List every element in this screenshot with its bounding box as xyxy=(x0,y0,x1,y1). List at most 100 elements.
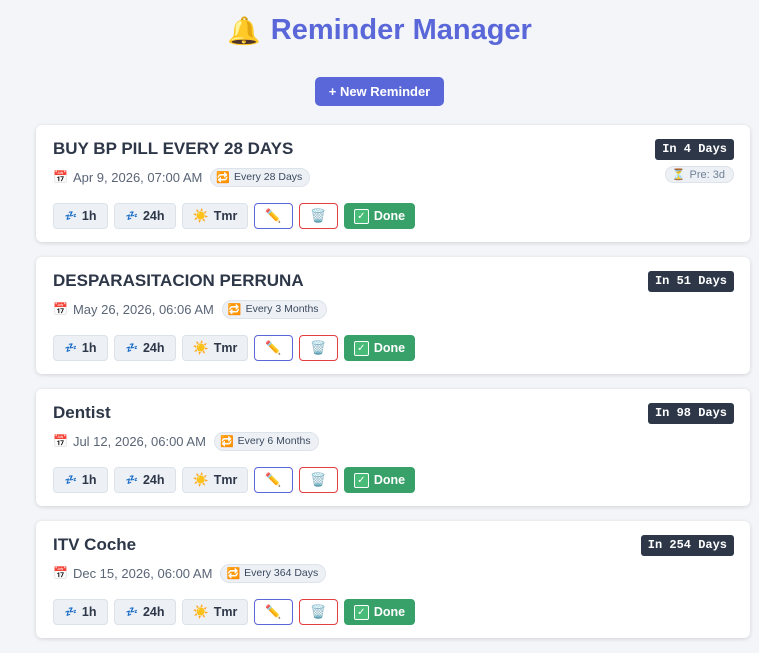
new-reminder-bar: + New Reminder xyxy=(0,77,759,107)
recurrence-text: Every 6 Months xyxy=(237,435,311,447)
pre-notice-badge: ⏳ Pre: 3d xyxy=(664,166,734,183)
sun-icon: ☀️ xyxy=(192,208,209,224)
snooze-tomorrow-button[interactable]: ☀️ Tmr xyxy=(182,599,248,625)
snooze-1h-label: 1h xyxy=(81,341,97,355)
done-label: Done xyxy=(373,341,406,355)
recurrence-badge: 🔁 Every 6 Months xyxy=(213,431,319,451)
snooze-tomorrow-button[interactable]: ☀️ Tmr xyxy=(182,203,248,229)
pre-notice-text: Pre: 3d xyxy=(689,168,725,181)
reminder-date-text: May 26, 2026, 06:06 AM xyxy=(72,301,214,317)
snooze-24h-label: 24h xyxy=(142,473,165,487)
check-icon: ✓ xyxy=(353,472,369,488)
snooze-icon: 💤 xyxy=(64,606,77,618)
repeat-icon: 🔁 xyxy=(227,302,242,316)
calendar-icon: 📅 xyxy=(53,170,68,184)
snooze-1h-label: 1h xyxy=(81,605,97,619)
snooze-tomorrow-button[interactable]: ☀️ Tmr xyxy=(182,335,248,361)
reminder-card: DESPARASITACION PERRUNA 📅 May 26, 2026, … xyxy=(36,257,750,374)
countdown-badge: In 4 Days xyxy=(655,139,734,160)
reminder-title: ITV Coche xyxy=(53,535,137,554)
done-button[interactable]: ✓ Done xyxy=(344,599,415,625)
reminder-card: Dentist 📅 Jul 12, 2026, 06:00 AM 🔁 Every… xyxy=(36,389,750,506)
calendar-icon: 📅 xyxy=(53,566,68,580)
bell-icon: 🔔 xyxy=(227,15,261,47)
trash-icon: 🗑️ xyxy=(310,340,327,356)
done-button[interactable]: ✓ Done xyxy=(344,467,415,493)
repeat-icon: 🔁 xyxy=(216,170,231,184)
reminder-title: DESPARASITACION PERRUNA xyxy=(53,271,304,290)
snooze-icon: 💤 xyxy=(64,342,77,354)
edit-button[interactable]: ✏️ xyxy=(254,467,293,493)
repeat-icon: 🔁 xyxy=(219,434,234,448)
recurrence-text: Every 28 Days xyxy=(234,171,303,183)
snooze-24h-button[interactable]: 💤 24h xyxy=(114,335,176,361)
check-icon: ✓ xyxy=(353,604,369,620)
snooze-1h-button[interactable]: 💤 1h xyxy=(53,203,108,229)
snooze-tomorrow-label: Tmr xyxy=(213,605,238,619)
snooze-24h-label: 24h xyxy=(142,605,165,619)
reminder-date-text: Apr 9, 2026, 07:00 AM xyxy=(72,169,203,185)
snooze-1h-label: 1h xyxy=(81,209,97,223)
snooze-24h-button[interactable]: 💤 24h xyxy=(114,467,176,493)
reminder-list: BUY BP PILL EVERY 28 DAYS 📅 Apr 9, 2026,… xyxy=(36,125,750,653)
delete-button[interactable]: 🗑️ xyxy=(299,203,338,229)
edit-button[interactable]: ✏️ xyxy=(254,599,293,625)
reminder-date: 📅 Dec 15, 2026, 06:00 AM xyxy=(53,566,212,581)
pencil-icon: ✏️ xyxy=(265,604,282,620)
delete-button[interactable]: 🗑️ xyxy=(299,335,338,361)
done-button[interactable]: ✓ Done xyxy=(344,203,415,229)
snooze-icon: 💤 xyxy=(125,210,138,222)
trash-icon: 🗑️ xyxy=(310,208,327,224)
snooze-24h-button[interactable]: 💤 24h xyxy=(114,599,176,625)
snooze-icon: 💤 xyxy=(125,606,138,618)
sun-icon: ☀️ xyxy=(192,472,209,488)
app-header: 🔔 Reminder Manager xyxy=(0,0,759,62)
snooze-tomorrow-label: Tmr xyxy=(213,341,238,355)
snooze-icon: 💤 xyxy=(125,342,138,354)
snooze-1h-button[interactable]: 💤 1h xyxy=(53,335,108,361)
snooze-1h-label: 1h xyxy=(81,473,97,487)
done-label: Done xyxy=(373,209,406,223)
reminder-date: 📅 May 26, 2026, 06:06 AM xyxy=(53,302,214,317)
reminder-title: BUY BP PILL EVERY 28 DAYS xyxy=(53,139,294,158)
reminder-meta: 📅 Dec 15, 2026, 06:00 AM 🔁 Every 364 Day… xyxy=(53,563,733,583)
snooze-tomorrow-button[interactable]: ☀️ Tmr xyxy=(182,467,248,493)
pencil-icon: ✏️ xyxy=(265,208,282,224)
reminder-date: 📅 Jul 12, 2026, 06:00 AM xyxy=(53,434,206,449)
reminder-meta: 📅 Apr 9, 2026, 07:00 AM 🔁 Every 28 Days xyxy=(53,167,733,187)
delete-button[interactable]: 🗑️ xyxy=(299,467,338,493)
edit-button[interactable]: ✏️ xyxy=(254,335,293,361)
snooze-24h-button[interactable]: 💤 24h xyxy=(114,203,176,229)
check-icon: ✓ xyxy=(353,340,369,356)
countdown-badge: In 51 Days xyxy=(647,271,734,292)
reminder-actions: 💤 1h 💤 24h ☀️ Tmr ✏️ 🗑️ ✓ Done xyxy=(53,467,415,493)
delete-button[interactable]: 🗑️ xyxy=(299,599,338,625)
hourglass-icon: ⏳ xyxy=(671,168,686,181)
sun-icon: ☀️ xyxy=(192,340,209,356)
check-icon: ✓ xyxy=(353,208,369,224)
done-label: Done xyxy=(373,605,406,619)
snooze-icon: 💤 xyxy=(64,474,77,486)
new-reminder-button[interactable]: + New Reminder xyxy=(314,77,445,106)
snooze-icon: 💤 xyxy=(125,474,138,486)
recurrence-badge: 🔁 Every 364 Days xyxy=(220,563,327,583)
snooze-24h-label: 24h xyxy=(142,209,165,223)
reminder-card: ITV Coche 📅 Dec 15, 2026, 06:00 AM 🔁 Eve… xyxy=(36,521,750,638)
recurrence-text: Every 364 Days xyxy=(244,567,319,579)
pencil-icon: ✏️ xyxy=(265,340,282,356)
trash-icon: 🗑️ xyxy=(310,472,327,488)
countdown-badge: In 254 Days xyxy=(640,535,734,556)
snooze-tomorrow-label: Tmr xyxy=(213,209,238,223)
recurrence-badge: 🔁 Every 3 Months xyxy=(221,299,327,319)
reminder-meta: 📅 Jul 12, 2026, 06:00 AM 🔁 Every 6 Month… xyxy=(53,431,733,451)
reminder-date-text: Jul 12, 2026, 06:00 AM xyxy=(72,433,206,449)
done-button[interactable]: ✓ Done xyxy=(344,335,415,361)
reminder-actions: 💤 1h 💤 24h ☀️ Tmr ✏️ 🗑️ ✓ Done xyxy=(53,203,415,229)
repeat-icon: 🔁 xyxy=(226,566,241,580)
reminder-actions: 💤 1h 💤 24h ☀️ Tmr ✏️ 🗑️ ✓ Done xyxy=(53,599,415,625)
edit-button[interactable]: ✏️ xyxy=(254,203,293,229)
reminder-actions: 💤 1h 💤 24h ☀️ Tmr ✏️ 🗑️ ✓ Done xyxy=(53,335,415,361)
reminder-title: Dentist xyxy=(53,403,111,422)
snooze-1h-button[interactable]: 💤 1h xyxy=(53,599,108,625)
snooze-1h-button[interactable]: 💤 1h xyxy=(53,467,108,493)
